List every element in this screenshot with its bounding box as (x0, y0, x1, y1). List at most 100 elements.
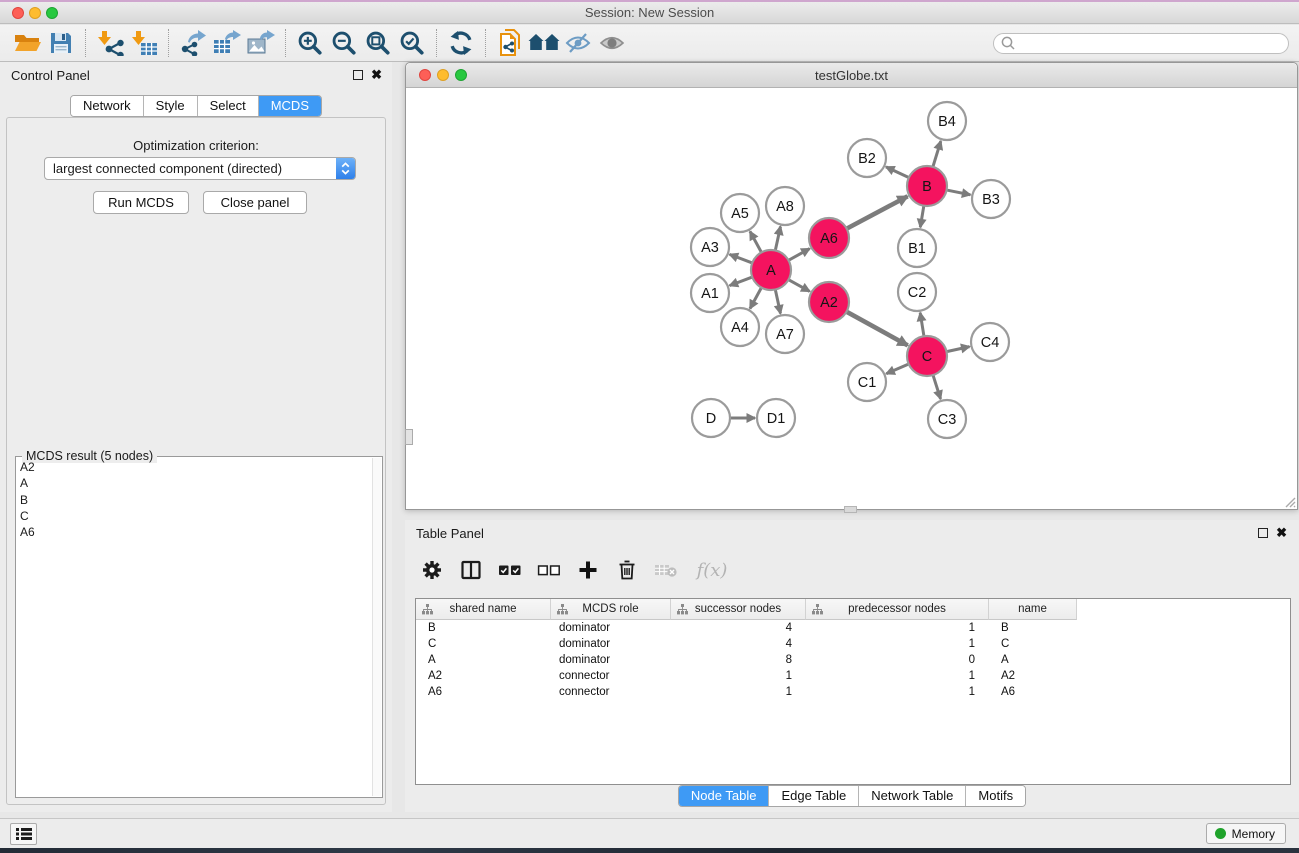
zoom-window-button[interactable] (46, 7, 58, 19)
graph-node-A1[interactable]: A1 (691, 274, 729, 312)
show-all-eye-icon[interactable] (595, 28, 629, 58)
new-network-from-selection-icon[interactable] (493, 28, 527, 58)
tab-edge-table[interactable]: Edge Table (769, 786, 859, 806)
float-panel-icon[interactable] (1258, 528, 1268, 538)
graph-edge-C-C1[interactable] (886, 364, 909, 374)
zoom-in-icon[interactable] (293, 28, 327, 58)
zoom-selected-icon[interactable] (395, 28, 429, 58)
open-session-icon[interactable] (10, 28, 44, 58)
graph-node-B3[interactable]: B3 (972, 180, 1010, 218)
tab-select[interactable]: Select (198, 96, 259, 116)
column-visibility-icon[interactable] (456, 555, 486, 585)
export-table-icon[interactable] (210, 28, 244, 58)
graph-node-B[interactable]: B (907, 166, 947, 206)
result-list-item[interactable]: B (20, 492, 370, 508)
import-network-from-file-icon[interactable] (93, 28, 127, 58)
close-panel-icon[interactable]: ✖ (1276, 525, 1287, 541)
graph-edge-B-B4[interactable] (933, 141, 941, 168)
deselect-all-checkboxes-icon[interactable] (534, 555, 564, 585)
first-neighbors-icon[interactable] (527, 28, 561, 58)
tab-node-table[interactable]: Node Table (679, 786, 770, 806)
graph-node-C[interactable]: C (907, 336, 947, 376)
graph-edge-C-C3[interactable] (933, 374, 941, 399)
graph-edge-A-A5[interactable] (750, 231, 762, 253)
graph-edge-A-A3[interactable] (730, 254, 754, 263)
graph-node-C3[interactable]: C3 (928, 400, 966, 438)
close-window-button[interactable] (12, 7, 24, 19)
table-row[interactable]: A2connector11A2 (416, 668, 1290, 684)
column-header-name[interactable]: name (989, 599, 1077, 620)
table-row[interactable]: Adominator80A (416, 652, 1290, 668)
table-row[interactable]: Cdominator41C (416, 636, 1290, 652)
close-panel-icon[interactable]: ✖ (371, 67, 382, 83)
graph-node-B4[interactable]: B4 (928, 102, 966, 140)
panel-divider-grip[interactable] (844, 506, 857, 513)
graph-edge-A-A4[interactable] (750, 287, 762, 309)
minimize-network-window-button[interactable] (437, 69, 449, 81)
column-header-MCDS-role[interactable]: MCDS role (551, 599, 671, 620)
close-network-window-button[interactable] (419, 69, 431, 81)
column-header-shared-name[interactable]: shared name (416, 599, 551, 620)
select-all-checkboxes-icon[interactable] (495, 555, 525, 585)
tab-motifs[interactable]: Motifs (966, 786, 1025, 806)
graph-edge-A-A8[interactable] (775, 227, 780, 252)
tab-style[interactable]: Style (144, 96, 198, 116)
resize-grip-icon[interactable] (1283, 495, 1296, 508)
graph-node-B2[interactable]: B2 (848, 139, 886, 177)
search-input[interactable] (1016, 35, 1284, 52)
result-list-item[interactable]: A6 (20, 524, 370, 540)
graph-edge-C-C2[interactable] (920, 313, 924, 338)
graph-edge-A-A7[interactable] (775, 289, 780, 314)
hide-selected-eye-slash-icon[interactable] (561, 28, 595, 58)
zoom-fit-icon[interactable] (361, 28, 395, 58)
close-panel-button[interactable]: Close panel (203, 191, 307, 214)
tab-mcds[interactable]: MCDS (259, 96, 321, 116)
network-canvas[interactable]: B4 B2 B B3 A5 A8 A6 B1 A3 A A1 C2 A2 A4 (406, 89, 1297, 509)
graph-edge-B-B2[interactable] (886, 167, 910, 178)
result-list-item[interactable]: A2 (20, 459, 370, 475)
graph-node-C1[interactable]: C1 (848, 363, 886, 401)
graph-node-B1[interactable]: B1 (898, 229, 936, 267)
graph-node-A5[interactable]: A5 (721, 194, 759, 232)
import-table-from-file-icon[interactable] (127, 28, 161, 58)
graph-edge-B-B1[interactable] (920, 205, 924, 228)
optimization-criterion-dropdown[interactable]: largest connected component (directed) (44, 157, 356, 180)
memory-button[interactable]: Memory (1206, 823, 1286, 844)
settings-gear-icon[interactable] (417, 555, 447, 585)
graph-edge-A-A6[interactable] (788, 249, 810, 261)
graph-node-A8[interactable]: A8 (766, 187, 804, 225)
add-column-icon[interactable] (573, 555, 603, 585)
graph-node-A4[interactable]: A4 (721, 308, 759, 346)
run-mcds-button[interactable]: Run MCDS (93, 191, 189, 214)
graph-edge-A-A1[interactable] (730, 277, 754, 286)
graph-node-A2[interactable]: A2 (809, 282, 849, 322)
graph-node-A6[interactable]: A6 (809, 218, 849, 258)
tab-network[interactable]: Network (71, 96, 144, 116)
result-scrollbar[interactable] (372, 458, 381, 796)
column-header-successor-nodes[interactable]: successor nodes (671, 599, 806, 620)
graph-node-C2[interactable]: C2 (898, 273, 936, 311)
export-network-icon[interactable] (176, 28, 210, 58)
graph-edge-B-B3[interactable] (946, 190, 971, 195)
task-history-list-icon[interactable] (10, 823, 37, 845)
save-session-icon[interactable] (44, 28, 78, 58)
graph-edge-A6-B[interactable] (846, 196, 908, 229)
float-panel-icon[interactable] (353, 70, 363, 80)
graph-node-A7[interactable]: A7 (766, 315, 804, 353)
export-image-icon[interactable] (244, 28, 278, 58)
refresh-icon[interactable] (444, 28, 478, 58)
result-list-item[interactable]: A (20, 475, 370, 491)
graph-edge-A2-C[interactable] (846, 311, 908, 345)
panel-divider-grip[interactable] (405, 429, 413, 445)
graph-node-A3[interactable]: A3 (691, 228, 729, 266)
table-row[interactable]: Bdominator41B (416, 620, 1290, 636)
graph-edge-C-C4[interactable] (946, 347, 970, 352)
graph-node-A[interactable]: A (751, 250, 791, 290)
column-header-predecessor-nodes[interactable]: predecessor nodes (806, 599, 989, 620)
zoom-network-window-button[interactable] (455, 69, 467, 81)
graph-node-D1[interactable]: D1 (757, 399, 795, 437)
result-list-item[interactable]: C (20, 508, 370, 524)
graph-node-D[interactable]: D (692, 399, 730, 437)
delete-column-trash-icon[interactable] (612, 555, 642, 585)
graph-node-C4[interactable]: C4 (971, 323, 1009, 361)
